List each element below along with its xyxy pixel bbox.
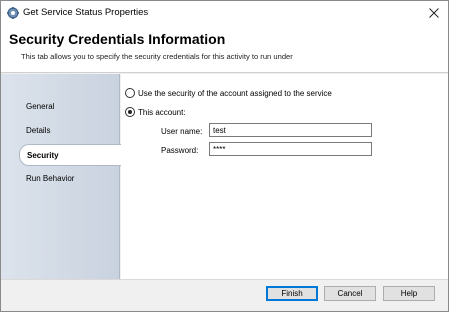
username-field[interactable] <box>209 123 372 137</box>
sidebar-item-general[interactable]: General <box>1 96 120 118</box>
service-account-option[interactable]: Use the security of the account assigned… <box>125 88 332 98</box>
app-gear-icon <box>7 7 19 19</box>
service-account-label: Use the security of the account assigned… <box>138 88 332 98</box>
password-field[interactable] <box>209 142 372 156</box>
this-account-radio[interactable] <box>125 107 135 117</box>
button-bar: Finish Cancel Help <box>1 279 448 311</box>
close-icon[interactable] <box>425 4 443 22</box>
security-panel: Use the security of the account assigned… <box>121 74 448 279</box>
page-header: Security Credentials Information This ta… <box>1 25 448 73</box>
title-bar: Get Service Status Properties <box>1 1 448 25</box>
sidebar-nav: General Details Security Run Behavior <box>1 74 121 279</box>
password-label: Password: <box>161 146 199 155</box>
window-title: Get Service Status Properties <box>23 7 149 18</box>
username-label: User name: <box>161 127 203 136</box>
this-account-option[interactable]: This account: <box>125 107 186 117</box>
sidebar-item-security[interactable]: Security <box>19 144 121 166</box>
sidebar-item-details[interactable]: Details <box>1 120 120 142</box>
sidebar-item-run-behavior[interactable]: Run Behavior <box>1 168 120 190</box>
properties-dialog: Get Service Status Properties Security C… <box>0 0 449 312</box>
page-subtitle: This tab allows you to specify the secur… <box>21 52 293 61</box>
service-account-radio[interactable] <box>125 88 135 98</box>
cancel-button[interactable]: Cancel <box>324 286 376 301</box>
page-title: Security Credentials Information <box>9 31 226 47</box>
help-button[interactable]: Help <box>383 286 435 301</box>
this-account-label: This account: <box>138 107 186 117</box>
finish-button[interactable]: Finish <box>266 286 318 301</box>
